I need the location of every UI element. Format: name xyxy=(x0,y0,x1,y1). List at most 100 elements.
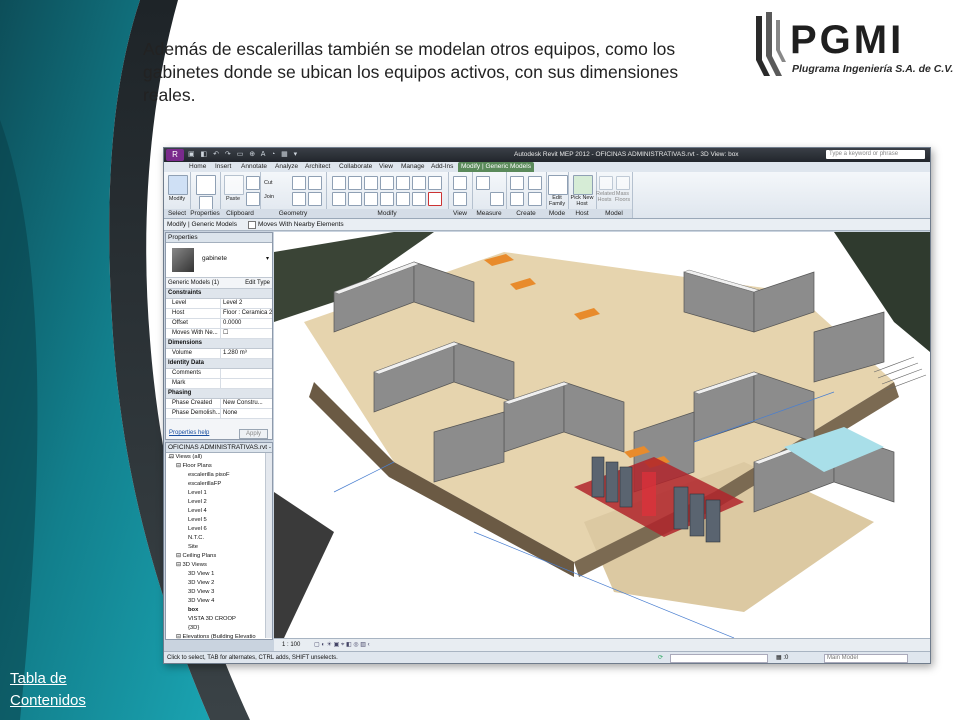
view-scale[interactable]: 1 : 100 xyxy=(282,639,300,651)
create-similar-icon[interactable] xyxy=(528,176,542,190)
geometry-tool-icon[interactable] xyxy=(292,176,306,190)
property-row[interactable]: Moves With Ne... ☐ xyxy=(166,329,272,339)
group-dimensions[interactable]: Dimensions xyxy=(166,339,272,349)
cut-button-label[interactable]: Cut xyxy=(264,180,290,186)
pin-icon[interactable] xyxy=(396,192,410,206)
tree-item[interactable]: escalerilla pisoF xyxy=(166,471,272,480)
properties-help-link[interactable]: Properties help xyxy=(169,428,209,439)
workset-dropdown[interactable] xyxy=(670,654,768,663)
tree-item[interactable]: Level 4 xyxy=(166,507,272,516)
property-row[interactable]: Phase Created New Constru... xyxy=(166,399,272,409)
rotate-icon[interactable] xyxy=(364,192,378,206)
type-selector[interactable]: gabinete ▾ xyxy=(166,243,272,278)
apply-button[interactable]: Apply xyxy=(238,429,268,439)
dimension-icon[interactable] xyxy=(490,192,504,206)
offset-icon[interactable] xyxy=(348,176,362,190)
tree-item[interactable]: VISTA 3D CROOP xyxy=(166,615,272,624)
join-button-label[interactable]: Join xyxy=(264,194,290,200)
create-group-icon[interactable] xyxy=(510,176,524,190)
tab-modify-generic-models[interactable]: Modify | Generic Models xyxy=(458,162,534,172)
table-of-contents-link[interactable]: Tabla de Contenidos xyxy=(10,668,120,712)
property-row[interactable]: Host Floor : Ceramica 2 xyxy=(166,309,272,319)
create-assembly-icon[interactable] xyxy=(528,192,542,206)
tree-item[interactable]: Level 5 xyxy=(166,516,272,525)
property-row[interactable]: Volume 1.280 m³ xyxy=(166,349,272,359)
mirror-icon[interactable] xyxy=(364,176,378,190)
tree-item[interactable]: escalerillaFP xyxy=(166,480,272,489)
mirror-icon[interactable] xyxy=(380,176,394,190)
tree-item[interactable]: ⊟ Floor Plans xyxy=(166,462,272,471)
property-row[interactable]: Offset 0.0000 xyxy=(166,319,272,329)
hide-icon[interactable] xyxy=(453,176,467,190)
align-icon[interactable] xyxy=(332,176,346,190)
property-value[interactable]: 0.0000 xyxy=(221,319,272,328)
move-icon[interactable] xyxy=(332,192,346,206)
tree-item[interactable]: Level 1 xyxy=(166,489,272,498)
property-value[interactable]: None xyxy=(221,409,272,418)
type-properties-icon[interactable] xyxy=(199,196,213,210)
property-row[interactable]: Phase Demolish... None xyxy=(166,409,272,419)
tab-collaborate[interactable]: Collaborate xyxy=(336,162,375,172)
3d-viewport[interactable] xyxy=(274,232,930,638)
tab-home[interactable]: Home xyxy=(186,162,209,172)
unpin-icon[interactable] xyxy=(412,192,426,206)
pick-new-host-icon[interactable] xyxy=(573,175,593,195)
chevron-down-icon[interactable]: ▾ xyxy=(266,255,269,262)
override-graphics-icon[interactable] xyxy=(453,192,467,206)
group-phasing[interactable]: Phasing xyxy=(166,389,272,399)
properties-icon[interactable] xyxy=(196,175,216,195)
tree-item[interactable]: N.T.C. xyxy=(166,534,272,543)
measure-icon[interactable] xyxy=(476,176,490,190)
tab-architect[interactable]: Architect xyxy=(302,162,333,172)
property-value[interactable] xyxy=(221,369,272,378)
tree-item[interactable]: Level 6 xyxy=(166,525,272,534)
property-value[interactable]: New Constru... xyxy=(221,399,272,408)
modify-cursor-icon[interactable] xyxy=(168,175,188,195)
tree-item[interactable]: 3D View 1 xyxy=(166,570,272,579)
group-identity-data[interactable]: Identity Data xyxy=(166,359,272,369)
group-constraints[interactable]: Constraints xyxy=(166,289,272,299)
tree-item[interactable]: ⊟ Elevations (Building Elevatio xyxy=(166,633,272,639)
array-icon[interactable] xyxy=(412,176,426,190)
geometry-tool-icon[interactable] xyxy=(308,176,322,190)
design-option-dropdown[interactable]: Main Model xyxy=(824,654,908,663)
search-input[interactable]: Type a keyword or phrase xyxy=(826,150,925,159)
tree-item[interactable]: ⊟ Ceiling Plans xyxy=(166,552,272,561)
match-properties-icon[interactable] xyxy=(246,192,260,206)
tree-item[interactable]: box xyxy=(166,606,272,615)
geometry-tool-icon[interactable] xyxy=(292,192,306,206)
delete-icon[interactable] xyxy=(428,192,442,206)
project-browser-scrollbar[interactable] xyxy=(265,453,272,638)
paste-icon[interactable] xyxy=(224,175,244,195)
tab-manage[interactable]: Manage xyxy=(398,162,428,172)
geometry-tool-icon[interactable] xyxy=(308,192,322,206)
scale-icon[interactable] xyxy=(428,176,442,190)
copy-element-icon[interactable] xyxy=(348,192,362,206)
property-value[interactable] xyxy=(221,379,272,388)
moves-with-nearby-checkbox[interactable] xyxy=(248,221,256,229)
view-control-icons[interactable]: ▢ ◐ ☀ ▣ ⌖ ◧ ◎ ▥ ‹ xyxy=(314,639,370,651)
tree-item[interactable]: Site xyxy=(166,543,272,552)
property-value[interactable]: Level 2 xyxy=(221,299,272,308)
create-parts-icon[interactable] xyxy=(510,192,524,206)
tree-item[interactable]: Level 2 xyxy=(166,498,272,507)
tab-annotate[interactable]: Annotate xyxy=(238,162,270,172)
property-row[interactable]: Comments xyxy=(166,369,272,379)
quick-access-toolbar[interactable]: ▣ ◧ ↶ ↷ ▭ ⊕ A ◔ ▦ ▾ xyxy=(188,150,299,158)
tab-add-ins[interactable]: Add-Ins xyxy=(428,162,456,172)
tree-item[interactable]: ⊟ Views (all) xyxy=(166,453,272,462)
property-row[interactable]: Mark xyxy=(166,379,272,389)
tree-item[interactable]: 3D View 2 xyxy=(166,579,272,588)
tree-item[interactable]: ⊟ 3D Views xyxy=(166,561,272,570)
editing-requests-icon[interactable]: ▦ :0 xyxy=(776,652,788,663)
property-row[interactable]: Level Level 2 xyxy=(166,299,272,309)
tree-item[interactable]: 3D View 3 xyxy=(166,588,272,597)
tab-analyze[interactable]: Analyze xyxy=(272,162,301,172)
mass-floors-icon[interactable] xyxy=(616,176,630,190)
worksharing-icon[interactable]: ⟳ xyxy=(658,652,663,663)
copy-icon[interactable] xyxy=(246,176,260,190)
tab-view[interactable]: View xyxy=(376,162,396,172)
tree-item[interactable]: 3D View 4 xyxy=(166,597,272,606)
edit-type-button[interactable]: Edit Type xyxy=(245,278,272,288)
application-menu-button[interactable]: R xyxy=(166,149,184,161)
